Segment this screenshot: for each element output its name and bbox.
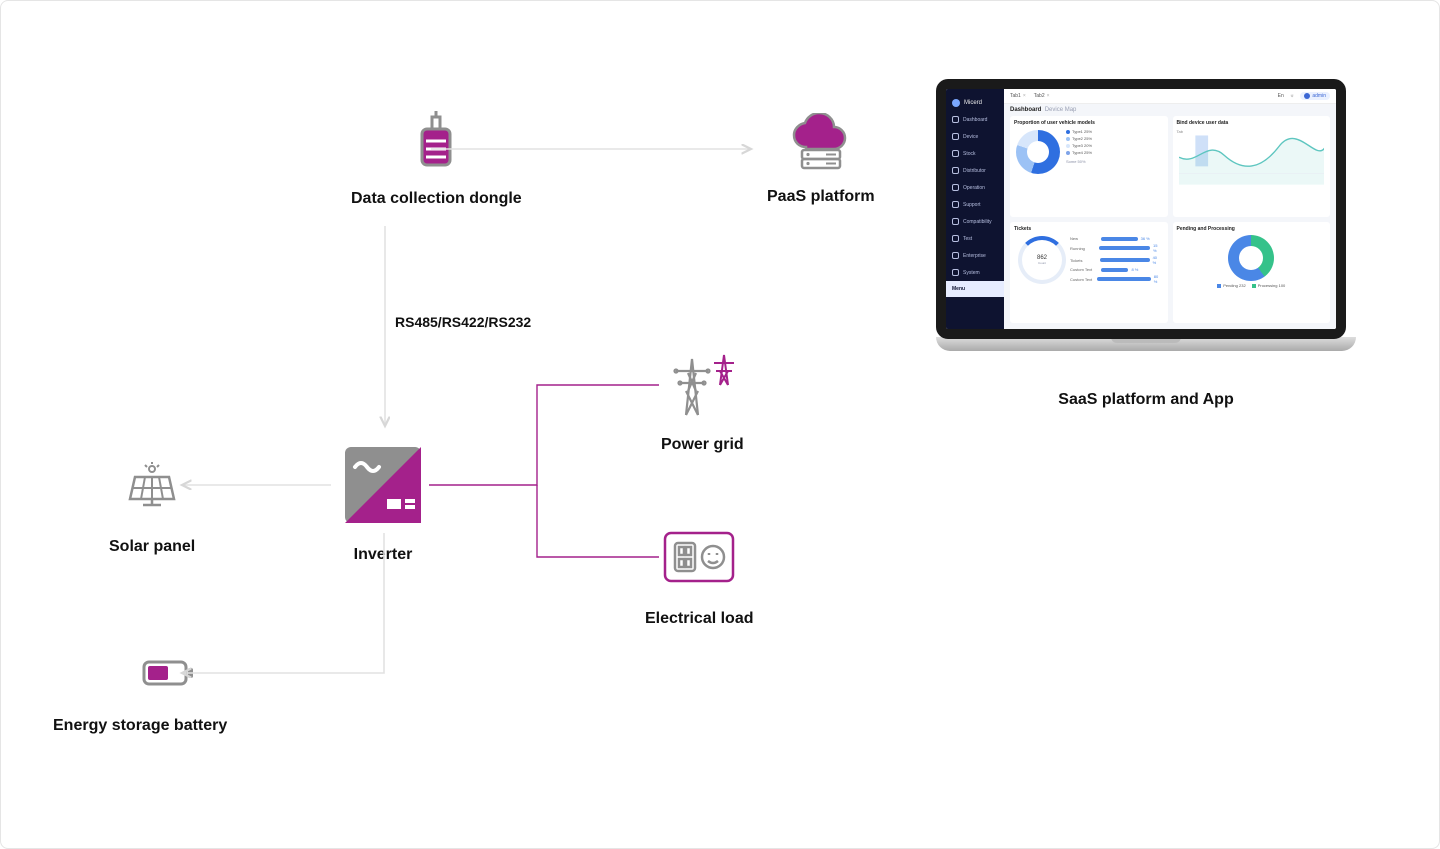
node-grid: Power grid (661, 351, 744, 454)
sidebar-item-support[interactable]: Support (946, 196, 1004, 213)
sidebar-brand: Micerd (946, 95, 1004, 111)
brand-dot-icon (952, 99, 960, 107)
sidebar-item-system[interactable]: System (946, 264, 1004, 281)
brand-name: Micerd (964, 100, 982, 106)
sidebar-item-menu[interactable]: Menu (946, 281, 1004, 297)
nav-icon (952, 252, 959, 259)
sidebar-item-stock[interactable]: Stock (946, 145, 1004, 162)
sidebar: Micerd Dashboard Device Stock Distributo… (946, 89, 1004, 329)
node-battery: Energy storage battery (53, 656, 227, 735)
notification-icon[interactable]: ☼ (1290, 93, 1295, 99)
solar-label: Solar panel (109, 538, 195, 556)
sidebar-item-dashboard[interactable]: Dashboard (946, 111, 1004, 128)
account-menu[interactable]: admin (1300, 92, 1330, 100)
legend: Pending 232 Processing 100 (1177, 283, 1327, 288)
close-icon[interactable]: × (1047, 93, 1050, 99)
sidebar-item-distributor[interactable]: Distributor (946, 162, 1004, 179)
paas-label: PaaS platform (767, 188, 875, 206)
nav-icon (952, 201, 959, 208)
camera-dot (1138, 82, 1144, 88)
card-vehicle-models: Proportion of user vehicle models Type1 … (1010, 116, 1168, 217)
sidebar-item-compatibility[interactable]: Compatibility (946, 213, 1004, 230)
node-inverter: Inverter (341, 443, 425, 564)
line-chart-icon (1179, 130, 1325, 185)
node-paas: PaaS platform (767, 113, 875, 206)
nav-icon (952, 167, 959, 174)
donut-chart-icon: 432Records (1228, 235, 1274, 281)
node-saas: Micerd Dashboard Device Stock Distributo… (936, 79, 1356, 409)
dashboard-app: Micerd Dashboard Device Stock Distributo… (946, 89, 1336, 329)
donut-chart-icon (1016, 130, 1060, 174)
nav-icon (952, 269, 959, 276)
connector-inverter-solar (176, 477, 336, 497)
tab-2[interactable]: Tab2 × (1034, 93, 1050, 99)
avatar-icon (1304, 93, 1310, 99)
dongle-label: Data collection dongle (351, 190, 522, 208)
card-tickets: Tickets 862Count New36 % Running15 % Tic… (1010, 222, 1168, 323)
nav-icon (952, 218, 959, 225)
main-panel: Tab1 × Tab2 × En ☼ admin Dashboard Devic… (1004, 89, 1336, 329)
sidebar-item-test[interactable]: Test (946, 230, 1004, 247)
load-label: Electrical load (645, 610, 754, 628)
battery-icon (142, 656, 194, 695)
nav-icon (952, 235, 959, 242)
nav-icon (952, 150, 959, 157)
inverter-label: Inverter (341, 546, 425, 564)
breadcrumb: Dashboard Device Map (1004, 104, 1336, 116)
cloud-server-icon (786, 160, 856, 177)
tab-bar: Tab1 × Tab2 × En ☼ admin (1004, 89, 1336, 104)
battery-label: Energy storage battery (53, 717, 227, 735)
nav-icon (952, 133, 959, 140)
power-grid-icon (664, 404, 740, 421)
electrical-load-icon (663, 570, 735, 587)
sidebar-item-enterprise[interactable]: Enterprise (946, 247, 1004, 264)
tab-1[interactable]: Tab1 × (1010, 93, 1026, 99)
lang-switch[interactable]: En (1278, 93, 1284, 99)
dongle-icon (404, 162, 468, 179)
card-bind-device: Bind device user data Tab (1173, 116, 1331, 217)
grid-label: Power grid (661, 436, 744, 454)
close-icon[interactable]: × (1023, 93, 1026, 99)
node-load: Electrical load (645, 531, 754, 628)
card-pending: Pending and Processing 432Records Pendin… (1173, 222, 1331, 323)
connector-dongle-inverter (377, 226, 397, 436)
node-solar: Solar panel (109, 461, 195, 556)
sidebar-item-operation[interactable]: Operation (946, 179, 1004, 196)
laptop-base (936, 337, 1356, 351)
diagram-canvas: { "nodes": { "dongle": "Data collection … (0, 0, 1440, 849)
gauge-chart-icon: 862Count (1018, 236, 1066, 284)
saas-label: SaaS platform and App (936, 391, 1356, 409)
inverter-icon (341, 514, 425, 531)
node-dongle: Data collection dongle (351, 111, 522, 208)
sidebar-item-device[interactable]: Device (946, 128, 1004, 145)
nav-icon (952, 116, 959, 123)
laptop-screen: Micerd Dashboard Device Stock Distributo… (936, 79, 1346, 339)
solar-panel-icon (127, 498, 177, 515)
legend: Type1 25% Type2 25% Type3 20% Type4 25% … (1066, 128, 1092, 165)
nav-icon (952, 184, 959, 191)
connector-inverter-grid-load (429, 381, 669, 581)
bar-list: New36 % Running15 % Tickets40 % Custom T… (1070, 234, 1162, 317)
protocol-label: RS485/RS422/RS232 (395, 314, 531, 330)
